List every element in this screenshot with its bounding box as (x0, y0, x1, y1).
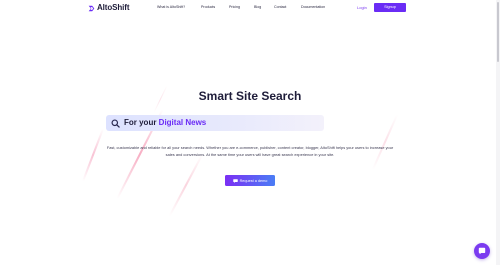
decorative-streak (371, 114, 398, 170)
site-header: AltoShift What is AltoShift? Products Pr… (0, 0, 500, 16)
chat-widget-icon (478, 247, 486, 255)
decorative-streak (168, 153, 203, 217)
nav-item-products[interactable]: Products (201, 5, 215, 10)
chat-widget-button[interactable] (474, 243, 490, 259)
page-title: Smart Site Search (198, 89, 302, 103)
search-icon (111, 118, 120, 128)
chat-bubble-icon (232, 178, 238, 183)
signup-button[interactable]: Signup (374, 3, 406, 12)
search-showcase: For your Digital News (106, 115, 324, 131)
login-link[interactable]: Login (357, 5, 367, 11)
nav-item-pricing[interactable]: Pricing (229, 5, 240, 10)
nav-item-contact[interactable]: Contact (274, 5, 286, 10)
search-prefix-text: For your (124, 118, 159, 127)
nav-item-documentation[interactable]: Documentation (301, 5, 325, 10)
nav-item-what-is[interactable]: What is AltoShift? (157, 5, 185, 10)
search-highlight-text: Digital News (158, 118, 207, 127)
nav-item-blog[interactable]: Blog (254, 5, 261, 10)
request-demo-label: Request a demo (239, 178, 268, 183)
request-demo-button[interactable]: Request a demo (225, 175, 275, 186)
scrollbar-thumb[interactable] (497, 2, 499, 62)
hero-description: Fast, customizable and reliable for all … (106, 145, 394, 157)
decorative-streak (82, 128, 104, 182)
main-nav: What is AltoShift? Products Pricing Blog… (0, 5, 500, 11)
